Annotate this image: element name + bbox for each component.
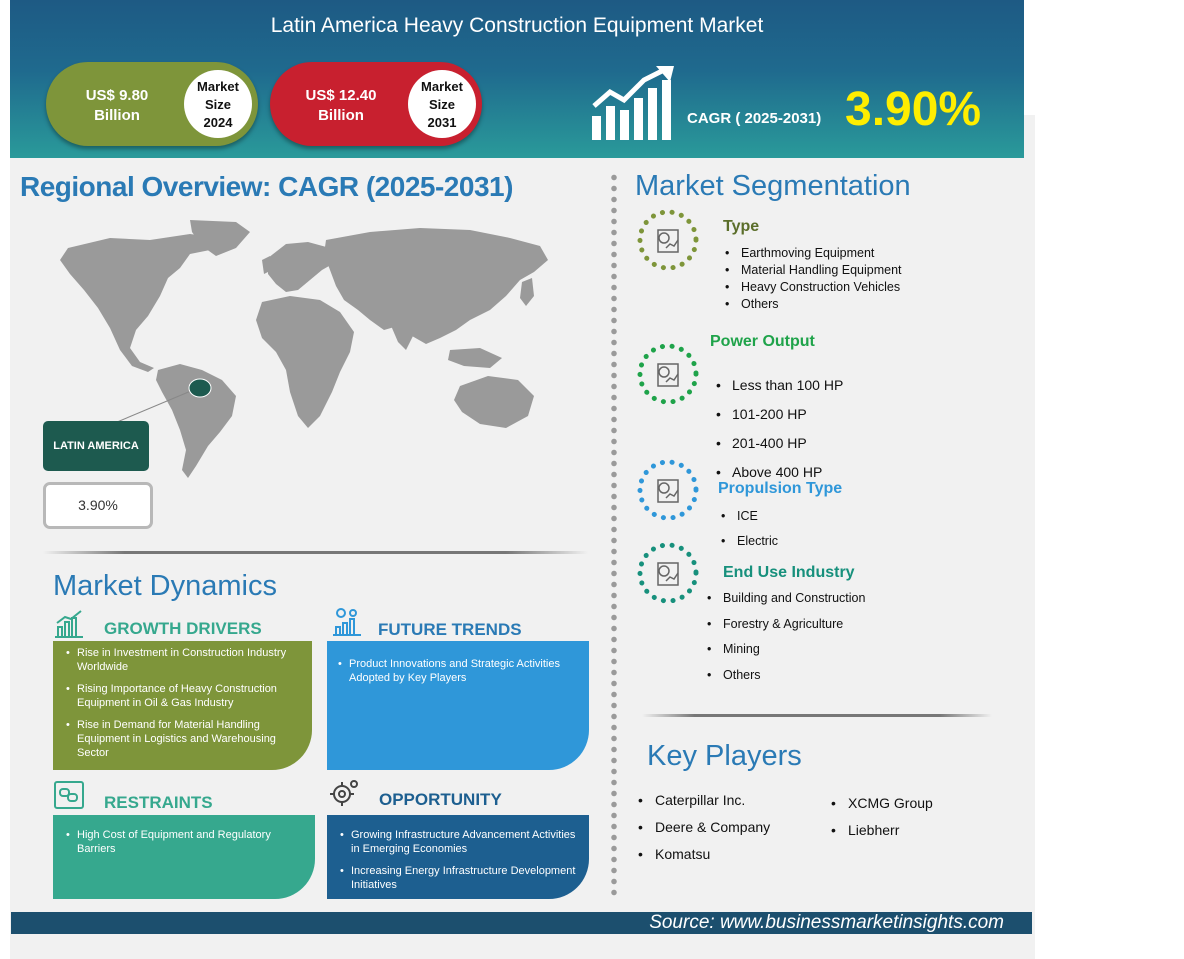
footer-bar: Source: www.businessmarketinsights.com bbox=[11, 912, 1032, 934]
segment-end-use-heading: End Use Industry bbox=[723, 564, 855, 581]
source-text: Source: www.businessmarketinsights.com bbox=[649, 912, 1004, 933]
segment-end-use-list: Building and Construction Forestry & Agr… bbox=[705, 586, 865, 688]
list-item: High Cost of Equipment and Regulatory Ba… bbox=[63, 828, 305, 856]
cagr-label: CAGR ( 2025-2031) bbox=[687, 110, 822, 127]
dotted-separator bbox=[611, 172, 617, 897]
segment-propulsion-icon bbox=[637, 459, 699, 521]
list-item: Rise in Demand for Material Handling Equ… bbox=[63, 718, 302, 760]
list-item: Heavy Construction Vehicles bbox=[723, 279, 902, 296]
list-item: Others bbox=[723, 296, 902, 313]
market-size-2024-pill: US$ 9.80 Billion Market Size 2024 bbox=[46, 62, 258, 146]
list-item: Less than 100 HP bbox=[714, 371, 843, 400]
growth-drivers-icon bbox=[55, 610, 83, 638]
segment-propulsion-heading: Propulsion Type bbox=[718, 480, 843, 497]
segment-power-list: Less than 100 HP 101-200 HP 201-400 HP A… bbox=[714, 371, 843, 487]
future-trends-icon bbox=[333, 608, 361, 636]
segment-power-icon bbox=[637, 343, 699, 405]
future-trends-heading: FUTURE TRENDS bbox=[378, 620, 522, 639]
chain-link-icon bbox=[54, 781, 84, 809]
segment-type-icon bbox=[637, 209, 699, 271]
page-title: Latin America Heavy Construction Equipme… bbox=[270, 14, 764, 37]
list-item: Komatsu bbox=[637, 846, 770, 873]
opportunity-box: Growing Infrastructure Advancement Activ… bbox=[327, 815, 589, 899]
market-size-2024-value: US$ 9.80 Billion bbox=[85, 87, 149, 124]
restraints-heading: RESTRAINTS bbox=[104, 793, 213, 812]
list-item: XCMG Group bbox=[830, 795, 933, 822]
section-divider bbox=[642, 714, 992, 717]
list-item: Forestry & Agriculture bbox=[705, 612, 865, 638]
list-item: 201-400 HP bbox=[714, 429, 843, 458]
list-item: Building and Construction bbox=[705, 586, 865, 612]
regional-overview-title: Regional Overview: CAGR (2025-2031) bbox=[20, 171, 513, 202]
market-dynamics-title: Market Dynamics bbox=[53, 570, 277, 602]
list-item: Material Handling Equipment bbox=[723, 262, 902, 279]
list-item: 101-200 HP bbox=[714, 400, 843, 429]
list-item: Deere & Company bbox=[637, 819, 770, 846]
region-badge-latin-america: LATIN AMERICA bbox=[43, 421, 149, 471]
cagr-value: 3.90% bbox=[845, 83, 982, 136]
market-size-2031-label: Market Size 2031 bbox=[408, 70, 476, 138]
list-item: Growing Infrastructure Advancement Activ… bbox=[337, 828, 579, 856]
growth-chart-icon bbox=[592, 66, 674, 140]
section-divider bbox=[43, 551, 588, 554]
list-item: Electric bbox=[719, 529, 778, 554]
list-item: Rise in Investment in Construction Indus… bbox=[63, 646, 302, 674]
list-item: ICE bbox=[719, 504, 778, 529]
segment-type-heading: Type bbox=[723, 218, 760, 235]
list-item: Rising Importance of Heavy Construction … bbox=[63, 682, 302, 710]
segment-end-use-icon bbox=[637, 542, 699, 604]
market-size-2031-pill: US$ 12.40 Billion Market Size 2031 bbox=[270, 62, 482, 146]
growth-drivers-box: Rise in Investment in Construction Indus… bbox=[53, 641, 312, 770]
list-item: Earthmoving Equipment bbox=[723, 245, 902, 262]
key-players-list-1: Caterpillar Inc. Deere & Company Komatsu bbox=[637, 792, 770, 873]
future-trends-box: Product Innovations and Strategic Activi… bbox=[327, 641, 589, 770]
header-banner: Latin America Heavy Construction Equipme… bbox=[10, 0, 1024, 158]
segment-power-heading: Power Output bbox=[710, 333, 815, 350]
segment-propulsion-list: ICE Electric bbox=[719, 504, 778, 554]
list-item: Increasing Energy Infrastructure Develop… bbox=[337, 864, 579, 892]
segment-type-list: Earthmoving Equipment Material Handling … bbox=[723, 245, 902, 313]
key-players-title: Key Players bbox=[647, 740, 802, 772]
restraints-box: High Cost of Equipment and Regulatory Ba… bbox=[53, 815, 315, 899]
list-item: Liebherr bbox=[830, 822, 933, 849]
list-item: Mining bbox=[705, 637, 865, 663]
key-players-list-2: XCMG Group Liebherr bbox=[830, 795, 933, 849]
market-segmentation-title: Market Segmentation bbox=[635, 170, 911, 202]
market-size-2031-value: US$ 12.40 Billion bbox=[305, 87, 377, 124]
growth-drivers-heading: GROWTH DRIVERS bbox=[104, 619, 262, 638]
list-item: Caterpillar Inc. bbox=[637, 792, 770, 819]
infographic-page: Latin America Heavy Construction Equipme… bbox=[0, 0, 1184, 959]
gear-icon bbox=[330, 780, 358, 806]
list-item: Product Innovations and Strategic Activi… bbox=[335, 657, 579, 685]
region-cagr-value: 3.90% bbox=[43, 482, 153, 529]
market-size-2024-label: Market Size 2024 bbox=[184, 70, 252, 138]
opportunity-heading: OPPORTUNITY bbox=[379, 790, 502, 809]
list-item: Others bbox=[705, 663, 865, 689]
